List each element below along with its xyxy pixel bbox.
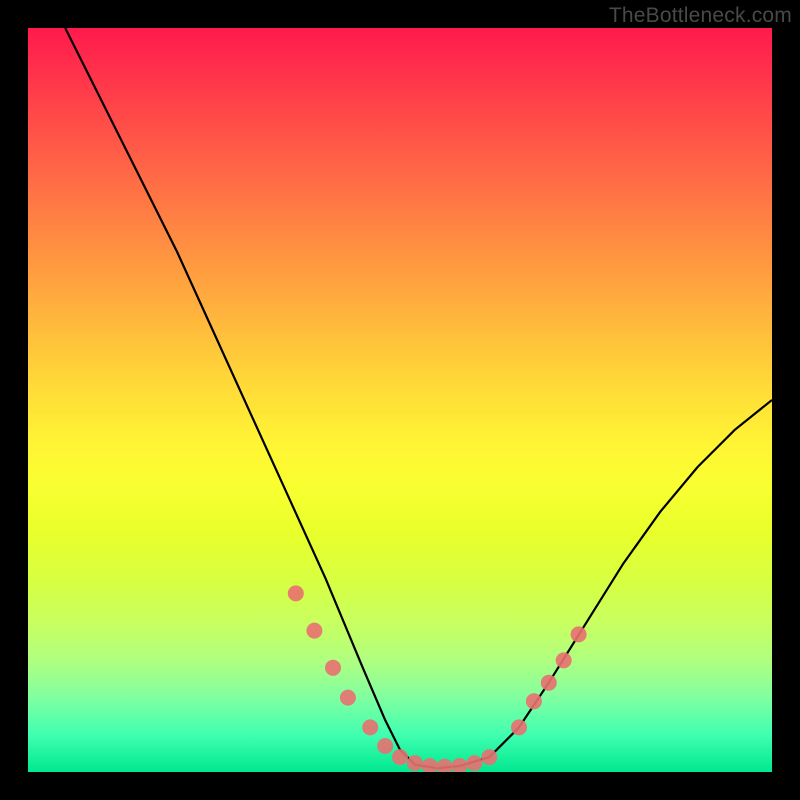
watermark-text: TheBottleneck.com xyxy=(609,4,792,28)
marker-dot xyxy=(466,755,482,771)
marker-dot xyxy=(407,755,423,771)
marker-dot xyxy=(541,675,557,691)
marker-dot xyxy=(377,738,393,754)
chart-plot-area xyxy=(28,28,772,772)
marker-dot xyxy=(437,759,453,772)
bottleneck-curve xyxy=(28,28,772,772)
marker-dot xyxy=(556,652,572,668)
marker-dot xyxy=(452,758,468,772)
marker-dot xyxy=(526,693,542,709)
marker-dot xyxy=(392,749,408,765)
marker-dot xyxy=(511,719,527,735)
curve-path xyxy=(65,28,772,768)
marker-dot xyxy=(325,660,341,676)
marker-dot xyxy=(422,758,438,772)
marker-dot xyxy=(340,690,356,706)
curve-markers xyxy=(288,585,587,772)
marker-dot xyxy=(481,749,497,765)
marker-dot xyxy=(288,585,304,601)
marker-dot xyxy=(362,719,378,735)
marker-dot xyxy=(571,626,587,642)
marker-dot xyxy=(306,623,322,639)
